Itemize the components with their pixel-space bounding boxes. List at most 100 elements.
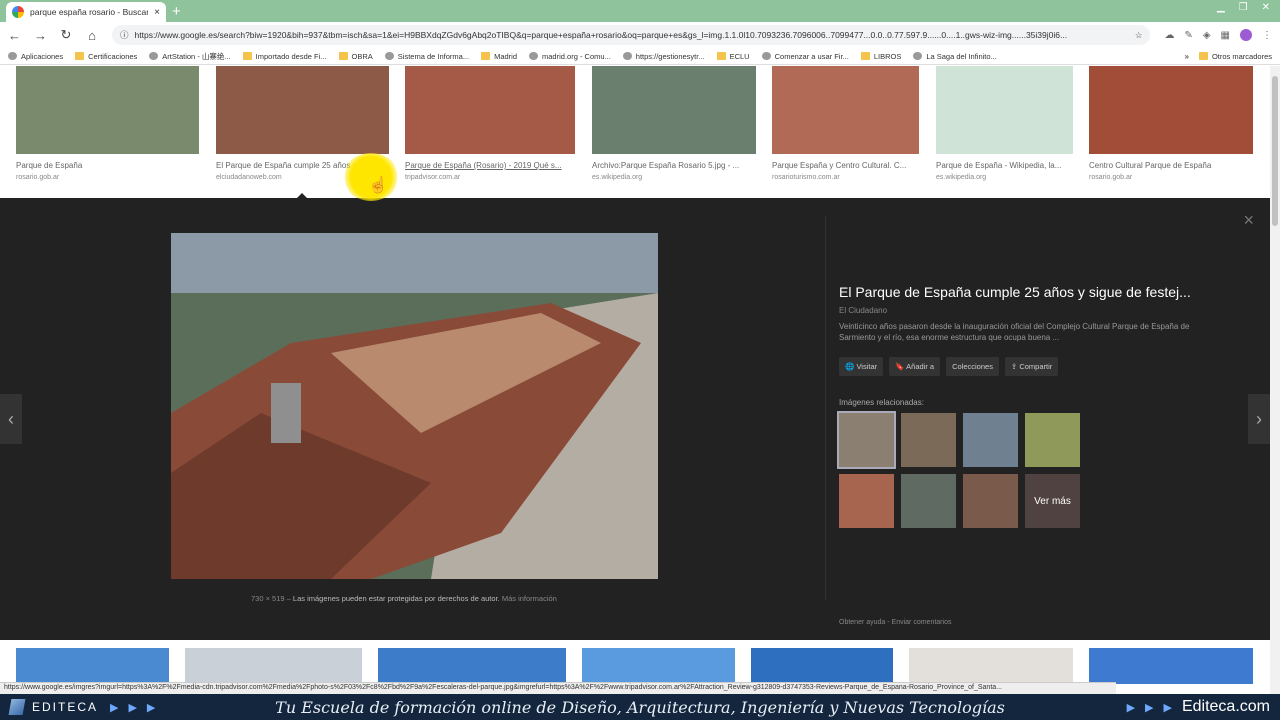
- bookmark-item[interactable]: Madrid: [481, 52, 517, 61]
- maximize-icon[interactable]: ❐: [1239, 2, 1248, 13]
- related-thumbnail[interactable]: [837, 411, 896, 469]
- related-thumbnail[interactable]: [963, 474, 1018, 528]
- previous-image-button[interactable]: ‹: [0, 394, 22, 444]
- visit-button[interactable]: 🌐 Visitar: [839, 357, 884, 376]
- result-caption[interactable]: Parque de España: [16, 161, 199, 170]
- collections-button[interactable]: Colecciones: [946, 357, 999, 376]
- related-thumbnail[interactable]: [1025, 413, 1080, 467]
- result-thumbnail[interactable]: [582, 648, 735, 684]
- result-card[interactable]: Parque España y Centro Cultural. C... ro…: [772, 66, 919, 181]
- artstation-icon: [149, 52, 159, 60]
- result-card[interactable]: Parque de España (Rosario) - 2019 Qué s.…: [405, 66, 575, 181]
- next-image-button[interactable]: ›: [1248, 394, 1270, 444]
- result-thumbnail[interactable]: [772, 66, 919, 154]
- new-tab-button[interactable]: +: [172, 3, 181, 20]
- minimize-icon[interactable]: ▁: [1217, 2, 1225, 13]
- related-thumbnail[interactable]: [839, 474, 894, 528]
- result-thumbnail[interactable]: [16, 66, 199, 154]
- page-scrollbar[interactable]: [1270, 66, 1280, 694]
- related-thumbnail[interactable]: [901, 474, 956, 528]
- banner-slogan: Tu Escuela de formación online de Diseño…: [275, 697, 1005, 717]
- bookmark-item[interactable]: OBRA: [338, 52, 373, 61]
- other-bookmarks[interactable]: Otros marcadores: [1198, 52, 1272, 61]
- address-bar[interactable]: ⓘ https://www.google.es/search?biw=1920&…: [112, 25, 1151, 45]
- bookmark-item[interactable]: Sistema de Informa...: [384, 52, 469, 61]
- reload-icon[interactable]: ↻: [60, 27, 72, 43]
- result-thumbnail[interactable]: [378, 648, 566, 684]
- result-card[interactable]: Centro Cultural Parque de España rosario…: [1089, 66, 1253, 181]
- close-viewer-icon[interactable]: ×: [1243, 210, 1254, 231]
- result-card[interactable]: Parque de España rosario.gob.ar: [16, 66, 199, 181]
- result-caption[interactable]: Parque de España - Wikipedia, la...: [936, 161, 1073, 170]
- bookmark-item[interactable]: madrid.org - Comu...: [529, 52, 611, 61]
- bookmark-item[interactable]: https://gestionesytr...: [622, 52, 705, 61]
- tab-close-icon[interactable]: ×: [154, 7, 160, 18]
- image-title[interactable]: El Parque de España cumple 25 años y sig…: [839, 284, 1219, 300]
- image-dimensions: 730 × 519: [251, 594, 285, 603]
- aerial-building-photo: [171, 233, 658, 579]
- pocket-extension-icon[interactable]: ◈: [1203, 30, 1211, 41]
- result-thumbnail[interactable]: [751, 648, 893, 684]
- editeca-logo-icon: [8, 699, 26, 715]
- result-thumbnail[interactable]: [1089, 648, 1253, 684]
- extensions: ☁ ✎ ◈ ▦ ⋮: [1164, 29, 1272, 41]
- tab-title: parque españa rosario - Buscar c: [30, 7, 149, 17]
- see-more-label[interactable]: Ver más: [1025, 474, 1080, 528]
- folder-icon: [75, 52, 85, 60]
- more-info-link[interactable]: Más información: [502, 594, 557, 603]
- bookmarks-more-button[interactable]: »: [1185, 52, 1189, 61]
- related-thumbnail[interactable]: [963, 413, 1018, 467]
- tab-strip: parque españa rosario - Buscar c × + ▁ ❐…: [0, 0, 1280, 22]
- result-thumbnail[interactable]: [592, 66, 756, 154]
- bookmark-item[interactable]: Certificaciones: [75, 52, 137, 61]
- extension-icon[interactable]: ✎: [1184, 30, 1192, 41]
- scrollbar-thumb[interactable]: [1272, 76, 1278, 226]
- image-results-top: Parque de España rosario.gob.ar El Parqu…: [0, 66, 1270, 198]
- globe-icon: [622, 52, 632, 60]
- menu-icon[interactable]: ⋮: [1262, 30, 1272, 41]
- result-caption[interactable]: Parque España y Centro Cultural. C...: [772, 161, 919, 170]
- profile-avatar[interactable]: [1240, 29, 1252, 41]
- back-icon[interactable]: ←: [8, 28, 21, 43]
- result-card[interactable]: Archivo:Parque España Rosario 5.jpg - ..…: [592, 66, 756, 181]
- result-thumbnail[interactable]: [1089, 66, 1253, 154]
- result-card[interactable]: Parque de España - Wikipedia, la... es.w…: [936, 66, 1073, 181]
- result-caption[interactable]: Parque de España (Rosario) - 2019 Qué s.…: [405, 161, 575, 170]
- help-link[interactable]: Obtener ayuda: [839, 619, 885, 626]
- feedback-link[interactable]: Enviar comentarios: [892, 619, 952, 626]
- bookmark-item[interactable]: Aplicaciones: [8, 52, 63, 61]
- result-thumbnail[interactable]: [185, 648, 362, 684]
- result-thumbnail[interactable]: [909, 648, 1073, 684]
- result-thumbnail[interactable]: [16, 648, 169, 684]
- result-source: rosarioturismo.com.ar: [772, 174, 840, 181]
- cloud-extension-icon[interactable]: ☁: [1164, 30, 1174, 41]
- bookmark-item[interactable]: Comenzar a usar Fir...: [761, 52, 849, 61]
- bookmark-item[interactable]: Importado desde Fi...: [242, 52, 327, 61]
- result-source: es.wikipedia.org: [592, 174, 643, 181]
- folder-icon: [1198, 52, 1208, 60]
- related-thumbnail[interactable]: [901, 413, 956, 467]
- result-caption[interactable]: Centro Cultural Parque de España: [1089, 161, 1253, 170]
- bookmark-item[interactable]: LIBROS: [860, 52, 901, 61]
- calendar-extension-icon[interactable]: ▦: [1221, 30, 1230, 41]
- home-icon[interactable]: ⌂: [86, 28, 98, 43]
- window-close-icon[interactable]: ✕: [1262, 2, 1270, 13]
- result-thumbnail[interactable]: [216, 66, 389, 154]
- add-to-button[interactable]: 🔖 Añadir a: [889, 357, 941, 376]
- result-thumbnail[interactable]: [405, 66, 575, 154]
- preview-image[interactable]: [171, 233, 658, 579]
- status-bar-url: https://www.google.es/imgres?imgurl=http…: [0, 682, 1116, 694]
- bookmark-item[interactable]: La Saga del Infinito...: [913, 52, 997, 61]
- see-more-thumbnail[interactable]: Ver más: [1025, 474, 1080, 528]
- bookmark-star-icon[interactable]: ☆: [1135, 30, 1143, 41]
- info-icon[interactable]: ⓘ: [120, 29, 129, 41]
- result-caption[interactable]: Archivo:Parque España Rosario 5.jpg - ..…: [592, 161, 756, 170]
- folder-icon: [242, 52, 252, 60]
- forward-icon[interactable]: →: [34, 28, 47, 43]
- browser-tab[interactable]: parque españa rosario - Buscar c ×: [6, 2, 166, 22]
- result-thumbnail[interactable]: [936, 66, 1073, 154]
- viewer-actions: 🌐 Visitar 🔖 Añadir a Colecciones ⇪ Compa…: [839, 357, 1219, 376]
- share-button[interactable]: ⇪ Compartir: [1004, 357, 1059, 376]
- bookmark-item[interactable]: ArtStation - 山寨绝...: [149, 51, 231, 62]
- bookmark-item[interactable]: ECLU: [716, 52, 750, 61]
